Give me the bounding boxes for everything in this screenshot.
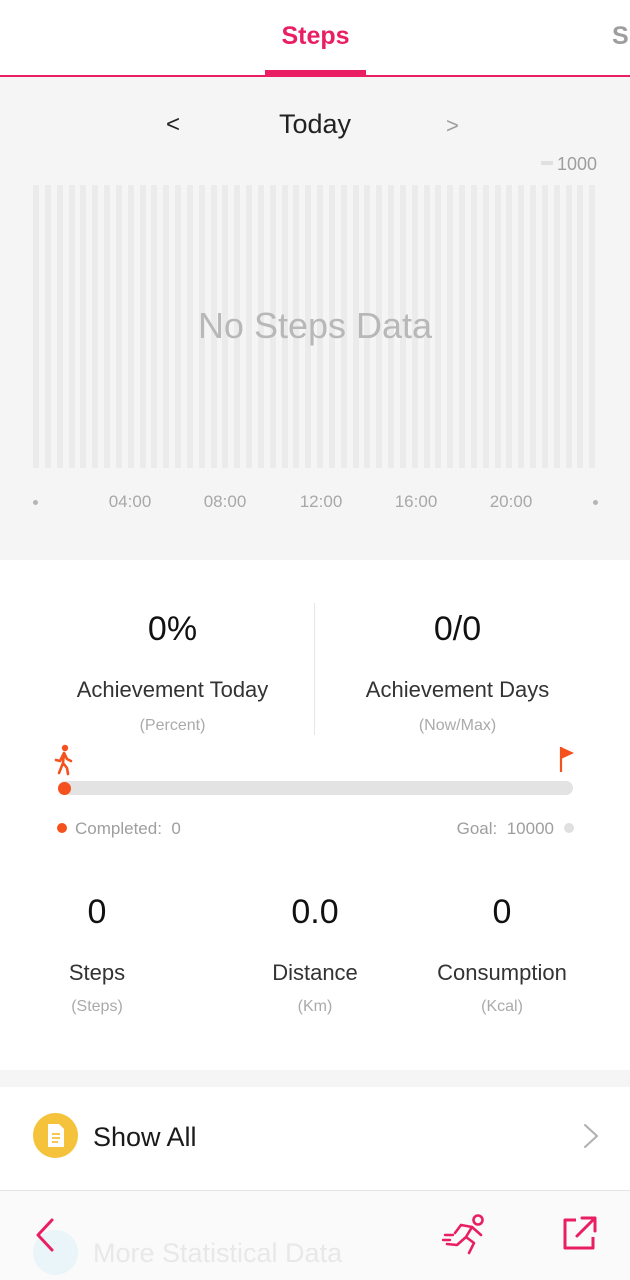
completed-dot-icon (57, 823, 67, 833)
metric-steps: 0 Steps (Steps) (0, 893, 197, 1016)
x-tick-label: 16:00 (394, 492, 438, 511)
share-icon[interactable] (559, 1214, 599, 1254)
completed-legend: Completed: 0 (57, 819, 181, 839)
metric-consumption: 0 Consumption (Kcal) (402, 893, 602, 1016)
tab-active-indicator (265, 70, 366, 75)
stats-card: 0% Achievement Today (Percent) 0/0 Achie… (0, 560, 630, 1070)
metric-distance-unit: (Km) (297, 998, 333, 1015)
previous-day-button[interactable]: < (166, 111, 180, 139)
runner-icon[interactable] (441, 1211, 489, 1259)
top-tab-bar: Steps S (0, 0, 630, 77)
metric-steps-unit: (Steps) (71, 998, 123, 1015)
metric-consumption-value: 0 (492, 893, 512, 931)
tab-steps[interactable]: Steps (265, 22, 366, 51)
completed-value: 0 (171, 819, 181, 838)
back-arrow-icon[interactable] (30, 1215, 60, 1255)
show-all-row[interactable]: Show All (0, 1087, 630, 1190)
goal-label: Goal: (456, 819, 498, 838)
goal-dot-icon (564, 823, 574, 833)
y-max-label: 1000 (557, 154, 598, 174)
achievement-today-value: 0% (147, 610, 198, 648)
x-tick-label: 08:00 (203, 492, 247, 511)
walker-icon (54, 744, 73, 776)
date-label: Today (278, 109, 352, 139)
achievement-days-value: 0/0 (433, 610, 482, 648)
steps-chart-section: < Today > 1000 No Steps Data 04:00 08:00… (0, 77, 630, 560)
more-statistics-label: More Statistical Data (93, 1238, 343, 1268)
achievement-today-unit: (Percent) (139, 717, 206, 734)
x-tick-label: 20:00 (489, 492, 533, 511)
x-axis-end-dot (593, 500, 598, 505)
goal-value: 10000 (506, 819, 554, 838)
goal-flag-icon (559, 747, 574, 772)
y-max-tick (541, 161, 553, 165)
metric-consumption-unit: (Kcal) (481, 998, 523, 1015)
achievement-days: 0/0 Achievement Days (Now/Max) (315, 610, 600, 735)
achievement-today-title: Achievement Today (76, 677, 269, 702)
achievement-days-unit: (Now/Max) (418, 717, 497, 734)
metric-consumption-title: Consumption (437, 960, 567, 985)
metric-distance-title: Distance (272, 960, 358, 985)
metric-distance-value: 0.0 (291, 893, 339, 931)
show-all-label: Show All (93, 1122, 197, 1152)
more-statistics-row[interactable]: More Statistical Data (0, 1230, 630, 1280)
x-axis: 04:00 08:00 12:00 16:00 20:00 (0, 492, 630, 516)
goal-progress-bar (58, 781, 573, 795)
next-day-button[interactable]: > (446, 113, 459, 139)
tab-next-partial[interactable]: S (612, 22, 629, 51)
completed-label: Completed: (75, 819, 162, 838)
metric-steps-value: 0 (87, 893, 107, 931)
document-icon (33, 1113, 78, 1158)
chevron-right-icon (584, 1124, 598, 1148)
goal-progress-marker (58, 782, 71, 795)
x-tick-label: 12:00 (299, 492, 343, 511)
empty-chart-message: No Steps Data (197, 305, 433, 346)
metric-steps-title: Steps (68, 960, 126, 985)
achievement-today: 0% Achievement Today (Percent) (30, 610, 315, 735)
metric-distance: 0.0 Distance (Km) (215, 893, 415, 1016)
goal-legend: Goal: 10000 (457, 819, 574, 839)
achievement-days-title: Achievement Days (365, 677, 550, 702)
x-tick-label: 04:00 (108, 492, 152, 511)
x-axis-start-dot (33, 500, 38, 505)
